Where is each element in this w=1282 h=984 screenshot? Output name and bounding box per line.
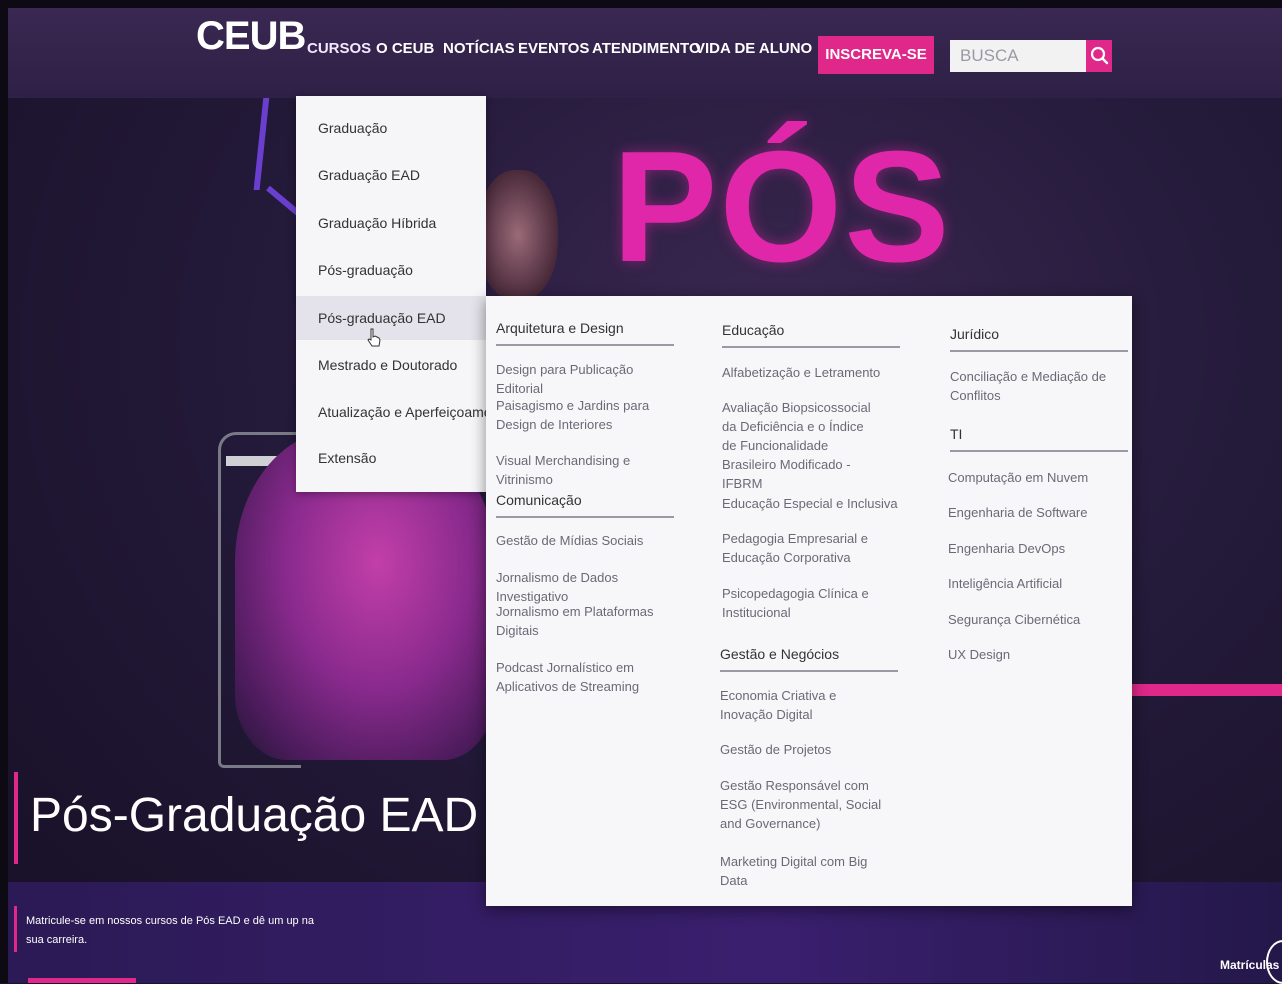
course-link[interactable]: Paisagismo e Jardins para Design de Inte… [496, 396, 674, 434]
course-link[interactable]: Jornalismo de Dados Investigativo [496, 568, 674, 606]
course-link[interactable]: UX Design [948, 645, 1126, 664]
nav-atendimento[interactable]: ATENDIMENTO [592, 40, 701, 57]
dropdown-item-pos-graduacao-ead[interactable]: Pós-graduação EAD [296, 296, 486, 340]
search-icon [1090, 46, 1109, 65]
course-link[interactable]: Educação Especial e Inclusiva [722, 494, 900, 513]
hand-cursor-icon [367, 328, 381, 347]
cursos-dropdown: Graduação Graduação EAD Graduação Híbrid… [296, 96, 511, 492]
course-link[interactable]: Pedagogia Empresarial e Educação Corpora… [722, 529, 900, 567]
bezel [0, 0, 8, 983]
dropdown-item-extensao[interactable]: Extensão [296, 436, 486, 480]
ceub-logo[interactable]: CEUB [196, 14, 306, 59]
course-link[interactable]: Engenharia DevOps [948, 539, 1126, 558]
nav-eventos[interactable]: EVENTOS [518, 40, 589, 57]
course-link[interactable]: Design para Publicação Editorial [496, 360, 674, 398]
course-link[interactable]: Podcast Jornalístico em Aplicativos de S… [496, 658, 674, 696]
course-link[interactable]: Engenharia de Software [948, 503, 1126, 522]
course-link[interactable]: Gestão de Projetos [720, 740, 898, 759]
pos-ead-mega-menu: Arquitetura e Design Design para Publica… [486, 296, 1132, 906]
course-link[interactable]: Psicopedagogia Clínica e Institucional [722, 584, 900, 622]
course-link[interactable]: Conciliação e Mediação de Conflitos [950, 367, 1110, 405]
category-heading: TI [950, 426, 1128, 452]
decorative-line [28, 978, 136, 983]
category-heading: Educação [722, 322, 900, 348]
hero-subtitle-accent [14, 906, 17, 952]
search-button[interactable] [1086, 40, 1112, 72]
category-heading: Comunicação [496, 492, 674, 518]
nav-o-ceub[interactable]: O CEUB [376, 40, 434, 57]
course-link[interactable]: Economia Criativa e Inovação Digital [720, 686, 880, 724]
category-heading: Jurídico [950, 326, 1128, 352]
bezel [0, 0, 1282, 8]
course-link[interactable]: Computação em Nuvem [948, 468, 1126, 487]
course-link[interactable]: Alfabetização e Letramento [722, 363, 900, 382]
course-link[interactable]: Visual Merchandising e Vitrinismo [496, 451, 674, 489]
inscreva-se-button[interactable]: INSCREVA-SE [818, 36, 934, 74]
nav-noticias[interactable]: NOTÍCIAS [443, 40, 515, 57]
course-link[interactable]: Inteligência Artificial [948, 574, 1126, 593]
dropdown-item-pos-graduacao[interactable]: Pós-graduação [296, 248, 486, 292]
decorative-line [1128, 684, 1282, 696]
dropdown-item-graduacao-hibrida[interactable]: Graduação Híbrida [296, 201, 486, 245]
nav-cursos[interactable]: CURSOS [307, 40, 371, 57]
course-link[interactable]: Segurança Cibernética [948, 610, 1126, 629]
course-link[interactable]: Avaliação Biopsicossocial da Deficiência… [722, 398, 872, 493]
hero-person-head [478, 170, 558, 300]
search-input[interactable] [950, 40, 1086, 72]
category-heading: Gestão e Negócios [720, 646, 898, 672]
course-link[interactable]: Marketing Digital com Big Data [720, 852, 898, 890]
course-link[interactable]: Jornalismo em Plataformas Digitais [496, 602, 674, 640]
hero-big-text: PÓS [612, 119, 952, 295]
dropdown-item-graduacao[interactable]: Graduação [296, 106, 486, 150]
hero-subtitle: Matricule-se em nossos cursos de Pós EAD… [26, 915, 314, 946]
search-box [950, 40, 1086, 72]
course-link[interactable]: Gestão de Mídias Sociais [496, 531, 674, 550]
dropdown-item-mestrado-doutorado[interactable]: Mestrado e Doutorado [296, 343, 486, 387]
hero-title-accent [14, 772, 18, 864]
category-heading: Arquitetura e Design [496, 320, 674, 346]
hero-title: Pós-Graduação EAD [30, 789, 479, 842]
screen: PÓS CEUB CURSOS O CEUB NOTÍCIAS EVENTOS … [0, 0, 1282, 984]
course-link[interactable]: Gestão Responsável com ESG (Environmenta… [720, 776, 890, 833]
dropdown-item-graduacao-ead[interactable]: Graduação EAD [296, 153, 486, 197]
nav-vida-de-aluno[interactable]: VIDA DE ALUNO [695, 40, 812, 57]
dropdown-item-atualizacao[interactable]: Atualização e Aperfeiçoamento [296, 390, 511, 434]
